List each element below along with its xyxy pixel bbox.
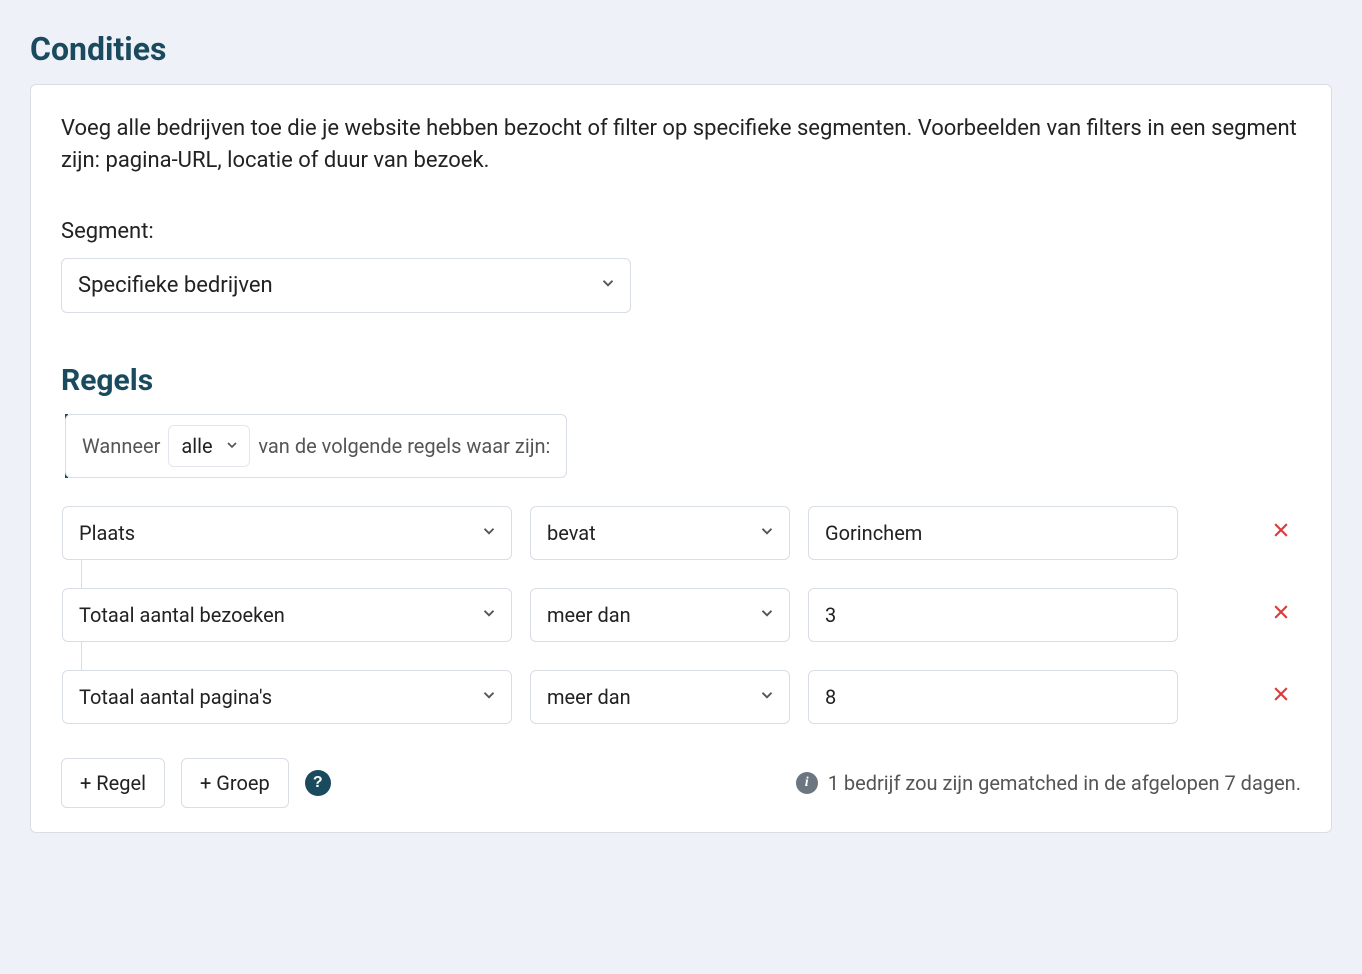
rule-delete-button[interactable] [1267, 680, 1295, 713]
rule-row: Totaal aantal bezoeken meer dan [62, 588, 1301, 642]
rule-operator-select[interactable]: meer dan [530, 670, 790, 724]
match-info: i 1 bedrijf zou zijn gematched in de afg… [796, 771, 1301, 795]
help-button[interactable]: ? [305, 770, 331, 796]
rule-field-select[interactable]: Totaal aantal bezoeken [62, 588, 512, 642]
rule-operator-select[interactable]: meer dan [530, 588, 790, 642]
match-info-text: 1 bedrijf zou zijn gematched in de afgel… [828, 771, 1301, 795]
rule-value-input[interactable] [808, 588, 1178, 642]
when-suffix: van de volgende regels waar zijn: [258, 434, 550, 458]
rules-heading: Regels [61, 363, 1301, 398]
when-prefix: Wanneer [82, 434, 160, 458]
rule-delete-button[interactable] [1267, 598, 1295, 631]
add-group-button[interactable]: + Groep [181, 758, 289, 808]
close-icon [1271, 602, 1291, 622]
rule-value-input[interactable] [808, 670, 1178, 724]
rule-delete-button[interactable] [1267, 516, 1295, 549]
conditions-heading: Condities [30, 30, 1332, 68]
rule-value-input[interactable] [808, 506, 1178, 560]
info-icon: i [796, 772, 818, 794]
rule-operator-select[interactable]: bevat [530, 506, 790, 560]
segment-label: Segment: [61, 219, 1301, 244]
conditions-description: Voeg alle bedrijven toe die je website h… [61, 113, 1301, 177]
add-rule-button[interactable]: + Regel [61, 758, 165, 808]
when-operator-select[interactable]: alle [168, 425, 250, 467]
when-condition-row: Wanneer alle van de volgende regels waar… [65, 414, 567, 478]
rule-field-select[interactable]: Plaats [62, 506, 512, 560]
close-icon [1271, 520, 1291, 540]
conditions-card: Voeg alle bedrijven toe die je website h… [30, 84, 1332, 833]
rule-field-select[interactable]: Totaal aantal pagina's [62, 670, 512, 724]
rule-row: Totaal aantal pagina's meer dan [62, 670, 1301, 724]
rule-row: Plaats bevat [62, 506, 1301, 560]
segment-select[interactable]: Specifieke bedrijven [61, 258, 631, 313]
close-icon [1271, 684, 1291, 704]
